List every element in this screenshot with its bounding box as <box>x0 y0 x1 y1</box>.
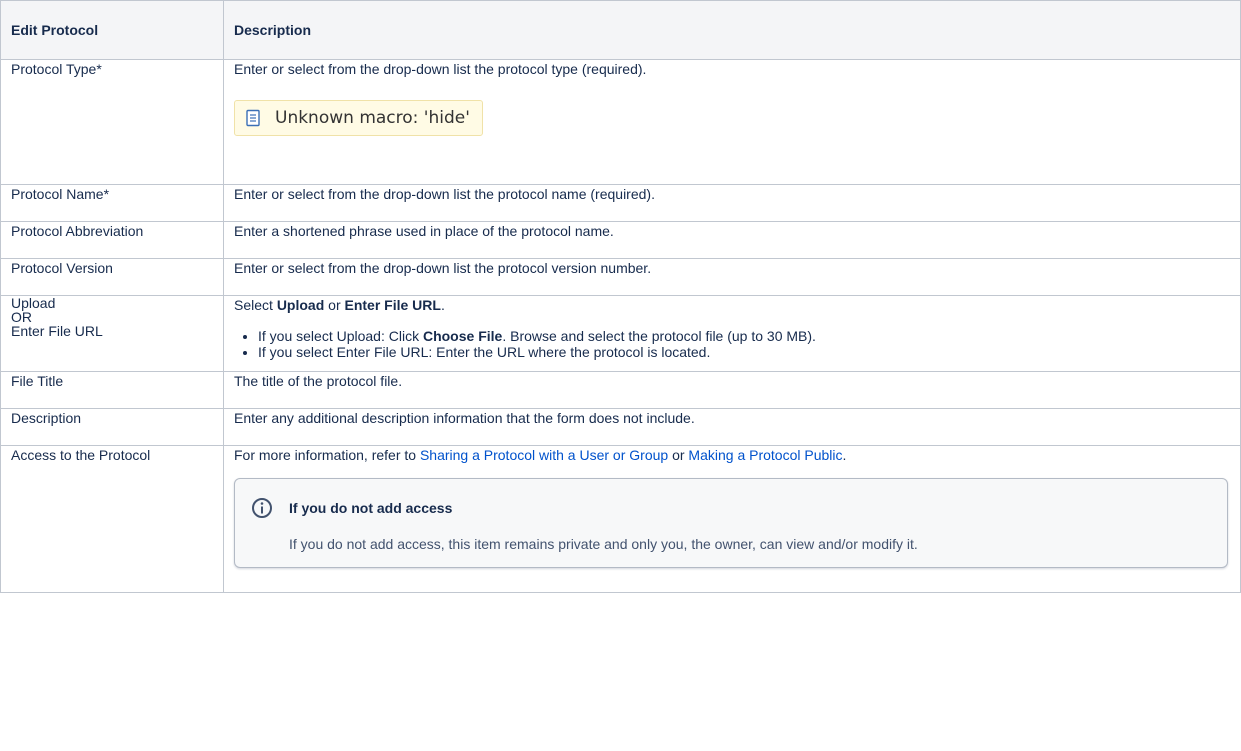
text: or <box>668 447 689 463</box>
table-row: Description Enter any additional descrip… <box>0 408 1241 446</box>
row-label-protocol-version: Protocol Version <box>0 258 224 296</box>
table-row: Protocol Abbreviation Enter a shortened … <box>0 221 1241 259</box>
link-sharing-protocol[interactable]: Sharing a Protocol with a User or Group <box>420 447 668 463</box>
header-edit-protocol: Edit Protocol <box>0 0 224 60</box>
table-row: Protocol Type* Enter or select from the … <box>0 59 1241 185</box>
info-panel-title: If you do not add access <box>289 500 453 516</box>
label-line: Upload <box>11 295 56 311</box>
row-desc-file-title: The title of the protocol file. <box>223 371 1241 409</box>
label-line: Enter File URL <box>11 323 103 339</box>
table-header-row: Edit Protocol Description <box>0 0 1241 60</box>
unknown-macro-box: Unknown macro: 'hide' <box>234 100 483 136</box>
macro-text: Unknown macro: 'hide' <box>275 108 470 128</box>
table-row: Access to the Protocol For more informat… <box>0 445 1241 593</box>
row-desc-protocol-name: Enter or select from the drop-down list … <box>223 184 1241 222</box>
text: or <box>324 297 345 313</box>
row-desc-protocol-abbreviation: Enter a shortened phrase used in place o… <box>223 221 1241 259</box>
info-icon <box>252 498 272 518</box>
desc-text: Enter or select from the drop-down list … <box>234 61 647 77</box>
label-line: OR <box>11 309 32 325</box>
row-label-access: Access to the Protocol <box>0 445 224 593</box>
text: . <box>842 447 847 463</box>
header-description: Description <box>223 0 1241 60</box>
text: . Browse and select the protocol file (u… <box>502 328 816 344</box>
scroll-icon <box>246 109 260 127</box>
text: . <box>440 297 445 313</box>
text: If you select Upload: Click <box>258 328 423 344</box>
bold-text: Upload <box>276 297 325 313</box>
list-item: If you select Upload: Click Choose File.… <box>258 328 1230 344</box>
list-item: If you select Enter File URL: Enter the … <box>258 344 1230 360</box>
row-desc-upload: Select Upload or Enter File URL. If you … <box>223 295 1241 372</box>
bold-text: Enter File URL <box>344 297 441 313</box>
row-label-protocol-type: Protocol Type* <box>0 59 224 185</box>
row-desc-protocol-version: Enter or select from the drop-down list … <box>223 258 1241 296</box>
info-panel-body: If you do not add access, this item rema… <box>289 536 918 552</box>
row-desc-access: For more information, refer to Sharing a… <box>223 445 1241 593</box>
row-desc-description: Enter any additional description informa… <box>223 408 1241 446</box>
link-making-protocol-public[interactable]: Making a Protocol Public <box>688 447 842 463</box>
row-desc-protocol-type: Enter or select from the drop-down list … <box>223 59 1241 185</box>
row-label-upload: Upload OR Enter File URL <box>0 295 224 372</box>
row-label-protocol-name: Protocol Name* <box>0 184 224 222</box>
text: Select <box>234 297 277 313</box>
info-panel: If you do not add access If you do not a… <box>234 478 1228 568</box>
row-label-description: Description <box>0 408 224 446</box>
bold-text: Choose File <box>422 328 503 344</box>
table-row: Protocol Name* Enter or select from the … <box>0 184 1241 222</box>
row-label-protocol-abbreviation: Protocol Abbreviation <box>0 221 224 259</box>
desc-intro: Select Upload or Enter File URL. <box>234 296 1230 314</box>
row-label-file-title: File Title <box>0 371 224 409</box>
protocol-fields-table: Edit Protocol Description Protocol Type*… <box>0 0 1241 593</box>
bullet-list: If you select Upload: Click Choose File.… <box>234 328 1230 360</box>
text: For more information, refer to <box>234 447 420 463</box>
table-row: File Title The title of the protocol fil… <box>0 371 1241 409</box>
table-row: Upload OR Enter File URL Select Upload o… <box>0 295 1241 372</box>
desc-intro: For more information, refer to Sharing a… <box>234 446 1230 464</box>
info-panel-header: If you do not add access <box>251 497 1213 519</box>
table-row: Protocol Version Enter or select from th… <box>0 258 1241 296</box>
